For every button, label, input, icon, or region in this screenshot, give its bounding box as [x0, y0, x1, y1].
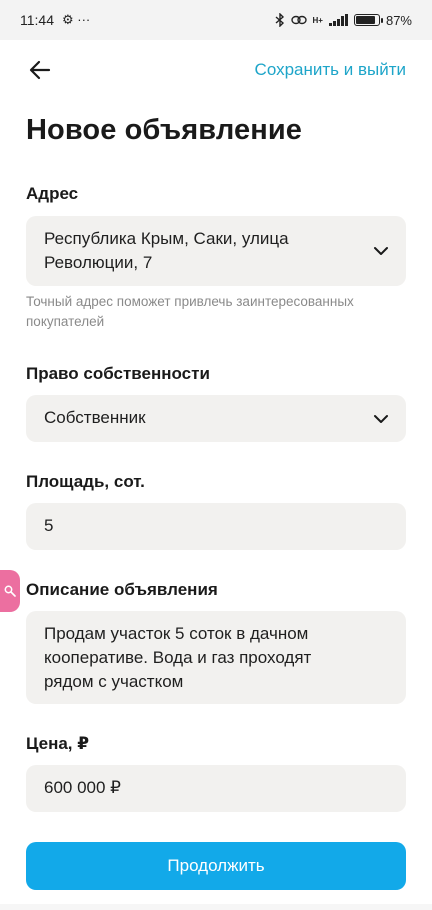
back-button[interactable] [26, 56, 54, 84]
price-label: Цена, ₽ [26, 734, 90, 753]
page-title: Новое объявление [26, 114, 302, 146]
search-icon [4, 585, 16, 597]
ownership-label: Право собственности [26, 364, 210, 383]
address-label: Адрес [26, 184, 79, 203]
address-line-2: Революции, 7 [44, 253, 153, 272]
save-and-exit-link[interactable]: Сохранить и выйти [255, 60, 406, 80]
address-hint-line-1: Точный адрес поможет привлечь заинтересо… [26, 294, 354, 309]
description-line-1: Продам участок 5 соток в дачном [44, 624, 309, 643]
status-right: H+ 87% [275, 13, 412, 28]
address-line-1: Республика Крым, Саки, улица [44, 229, 289, 248]
battery-icon [353, 14, 383, 26]
area-value: 5 [44, 516, 54, 535]
side-search-tab[interactable] [0, 570, 20, 612]
description-line-2: кооперативе. Вода и газ проходят [44, 648, 312, 667]
arrow-left-icon [29, 60, 51, 80]
address-select[interactable]: Республика Крым, Саки, улица Революции, … [26, 216, 406, 286]
description-textarea[interactable]: Продам участок 5 соток в дачном кооперат… [26, 611, 406, 704]
bluetooth-icon [275, 13, 284, 27]
status-time: 11:44 [20, 12, 54, 28]
signal-icon [328, 14, 348, 26]
price-input[interactable]: 600 000 ₽ [26, 765, 406, 812]
address-hint-line-2: покупателей [26, 314, 105, 329]
battery-fill [355, 16, 376, 24]
link-icon [290, 15, 307, 25]
continue-button[interactable]: Продолжить [26, 842, 406, 890]
price-value: 600 000 ₽ [44, 778, 121, 797]
top-nav: Сохранить и выйти [0, 48, 432, 92]
description-label: Описание объявления [26, 580, 218, 599]
area-input[interactable]: 5 [26, 503, 406, 550]
chevron-down-icon [374, 414, 388, 423]
description-line-3: рядом с участком [44, 672, 184, 691]
address-hint: Точный адрес поможет привлечь заинтересо… [26, 292, 386, 332]
chevron-down-icon [374, 247, 388, 255]
status-extra-icons: ⚙ ··· [62, 12, 91, 27]
ownership-select[interactable]: Собственник [26, 395, 406, 442]
ownership-value: Собственник [44, 408, 146, 427]
bottom-bar [0, 904, 432, 910]
battery-percent: 87% [385, 12, 412, 28]
status-bar: 11:44 ⚙ ··· H+ 87% [0, 0, 432, 40]
status-left: 11:44 ⚙ ··· [20, 12, 90, 28]
network-type-label: H+ [312, 15, 323, 25]
area-label: Площадь, сот. [26, 472, 145, 491]
